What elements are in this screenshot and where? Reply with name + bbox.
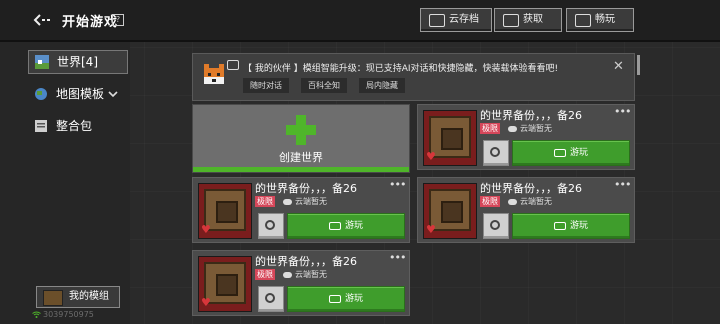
play-online-button[interactable]: 畅玩 [566, 8, 634, 32]
world-thumbnail: ♥ [423, 183, 477, 239]
cloud-status: 云端暂无 [508, 123, 552, 134]
world-icon [35, 55, 49, 69]
world-thumbnail: ♥ [198, 183, 252, 239]
chip-chat[interactable]: 随时对话 [243, 78, 289, 93]
cloud-status-text: 云端暂无 [520, 197, 552, 206]
more-options-icon[interactable]: ••• [389, 251, 406, 264]
play-label: 游玩 [570, 221, 589, 231]
top-bar: 开始游戏 ? 云存档 获取 畅玩 [0, 0, 720, 42]
more-options-icon[interactable]: ••• [614, 105, 631, 118]
chevron-down-icon [108, 91, 118, 98]
play-label: 游玩 [570, 148, 589, 158]
sidebar-item-label: 地图模板 [56, 87, 105, 101]
world-name: 的世界备份，，，备26 [255, 255, 357, 268]
cloud-icon [508, 198, 517, 205]
help-icon[interactable]: ? [112, 14, 124, 26]
hardcore-badge: 极限 [255, 269, 275, 280]
sidebar-item-map-templates[interactable]: 地图模板 [28, 83, 126, 105]
play-label: 游玩 [345, 294, 364, 304]
close-icon[interactable]: ✕ [613, 59, 624, 74]
play-label: 游玩 [345, 221, 364, 231]
create-world-button[interactable]: 创建世界 [192, 104, 410, 173]
sidebar-item-modpacks[interactable]: 整合包 [28, 115, 126, 137]
chip-hide[interactable]: 局内隐藏 [359, 78, 405, 93]
cloud-status-text: 云端暂无 [295, 270, 327, 279]
my-mods-label: 我的模组 [69, 291, 109, 302]
create-world-label: 创建世界 [279, 151, 323, 164]
my-mods-button[interactable]: 我的模组 [36, 286, 120, 308]
gamepad-icon [575, 14, 591, 27]
gear-icon [265, 220, 275, 230]
banner-text: 【 我的伙伴 】模组智能升级：现已支持AI对话和快捷隐藏，快装载体验看看吧! [243, 64, 559, 74]
cloud-status: 云端暂无 [508, 196, 552, 207]
play-button[interactable]: 游玩 [512, 213, 630, 239]
world-thumbnail: ♥ [198, 256, 252, 312]
plus-icon-bar [286, 125, 316, 135]
heart-icon: ♥ [426, 150, 436, 163]
page-title: 开始游戏 [62, 15, 119, 30]
gamepad-icon [554, 149, 566, 157]
hardcore-badge: 极限 [480, 123, 500, 134]
cloud-status-text: 云端暂无 [520, 124, 552, 133]
get-label: 获取 [523, 14, 543, 25]
cloud-save-icon [429, 14, 445, 27]
hardcore-badge: 极限 [255, 196, 275, 207]
back-arrow-icon[interactable] [32, 12, 52, 28]
gamepad-icon [554, 222, 566, 230]
world-card[interactable]: ♥ 的世界备份，，，备26 ••• 极限 云端暂无 游玩 [192, 177, 410, 243]
globe-icon [35, 88, 47, 100]
pack-icon [35, 120, 47, 132]
cloud-status: 云端暂无 [283, 196, 327, 207]
create-world-accent [193, 167, 409, 172]
sidebar-item-label: 整合包 [56, 119, 93, 133]
world-settings-button[interactable] [258, 213, 284, 239]
store-icon [503, 14, 519, 27]
more-options-icon[interactable]: ••• [614, 178, 631, 191]
heart-icon: ♥ [426, 223, 436, 236]
connection-icon [32, 311, 41, 318]
cloud-icon [283, 198, 292, 205]
world-thumbnail: ♥ [423, 110, 477, 166]
scrollbar[interactable] [637, 55, 640, 75]
gamepad-icon [329, 295, 341, 303]
cloud-icon [283, 271, 292, 278]
hardcore-badge: 极限 [480, 196, 500, 207]
sidebar-item-label: 世界[4] [57, 55, 98, 69]
play-online-label: 畅玩 [595, 14, 615, 25]
world-settings-button[interactable] [483, 140, 509, 166]
sidebar-item-worlds[interactable]: 世界[4] [28, 50, 128, 74]
sidebar: 世界[4] 地图模板 整合包 [0, 42, 130, 324]
world-name: 的世界备份，，，备26 [480, 109, 582, 122]
gear-icon [490, 220, 500, 230]
gear-icon [490, 147, 500, 157]
play-button[interactable]: 游玩 [287, 286, 405, 312]
get-button[interactable]: 获取 [494, 8, 562, 32]
more-options-icon[interactable]: ••• [389, 178, 406, 191]
world-name: 的世界备份，，，备26 [480, 182, 582, 195]
chip-wiki[interactable]: 百科全知 [301, 78, 347, 93]
cloud-save-label: 云存档 [449, 14, 479, 25]
world-settings-button[interactable] [258, 286, 284, 312]
cloud-save-button[interactable]: 云存档 [420, 8, 492, 32]
world-card[interactable]: ♥ 的世界备份，，，备26 ••• 极限 云端暂无 游玩 [417, 104, 635, 170]
cloud-status-text: 云端暂无 [295, 197, 327, 206]
world-card[interactable]: ♥ 的世界备份，，，备26 ••• 极限 云端暂无 游玩 [192, 250, 410, 316]
fox-avatar-icon [204, 64, 224, 84]
bookshelf-icon [43, 290, 63, 306]
play-button[interactable]: 游玩 [512, 140, 630, 166]
chat-bubble-icon [227, 60, 239, 70]
heart-icon: ♥ [201, 296, 211, 309]
world-name: 的世界备份，，，备26 [255, 182, 357, 195]
heart-icon: ♥ [201, 223, 211, 236]
play-button[interactable]: 游玩 [287, 213, 405, 239]
gear-icon [265, 293, 275, 303]
gamepad-icon [329, 222, 341, 230]
world-settings-button[interactable] [483, 213, 509, 239]
world-card[interactable]: ♥ 的世界备份，，，备26 ••• 极限 云端暂无 游玩 [417, 177, 635, 243]
cloud-status: 云端暂无 [283, 269, 327, 280]
user-id: 3039750975 [43, 310, 94, 319]
cloud-icon [508, 125, 517, 132]
companion-banner[interactable]: 【 我的伙伴 】模组智能升级：现已支持AI对话和快捷隐藏，快装载体验看看吧! 随… [192, 53, 635, 101]
